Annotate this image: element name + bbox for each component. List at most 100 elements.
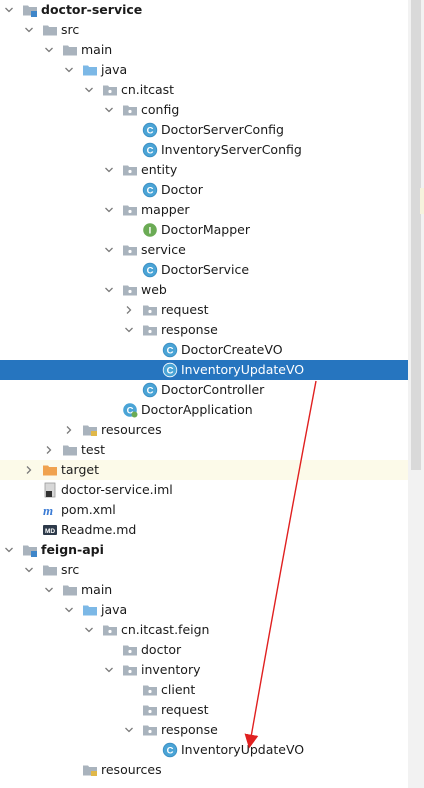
tree-row-label: DoctorController: [161, 382, 265, 397]
tree-row-src[interactable]: src: [0, 560, 408, 580]
class-icon: C: [142, 262, 158, 278]
chevron-down-icon[interactable]: [3, 0, 15, 20]
tree-row-cn-itcast[interactable]: cn.itcast: [0, 80, 408, 100]
tree-row-java[interactable]: java: [0, 600, 408, 620]
tree-row-entity[interactable]: entity: [0, 160, 408, 180]
chevron-down-icon[interactable]: [103, 280, 115, 300]
chevron-right-icon[interactable]: [63, 420, 75, 440]
folder-icon: [62, 442, 78, 458]
tree-row-pom-xml[interactable]: m pom.xml: [0, 500, 408, 520]
tree-row-label: request: [161, 302, 209, 317]
tree-row-resources[interactable]: resources: [0, 420, 408, 440]
tree-row-label: test: [81, 442, 106, 457]
tree-row-request[interactable]: request: [0, 300, 408, 320]
chevron-right-icon[interactable]: [123, 300, 135, 320]
chevron-down-icon[interactable]: [103, 160, 115, 180]
tree-row-request[interactable]: request: [0, 700, 408, 720]
tree-row-main[interactable]: main: [0, 580, 408, 600]
tree-row-readme-md[interactable]: MD Readme.md: [0, 520, 408, 540]
tree-row-java[interactable]: java: [0, 60, 408, 80]
tree-row-service[interactable]: service: [0, 240, 408, 260]
tree-row-config[interactable]: config: [0, 100, 408, 120]
chevron-down-icon[interactable]: [23, 560, 35, 580]
svg-text:I: I: [149, 226, 152, 237]
svg-text:C: C: [147, 186, 154, 197]
tree-row-doctorservice[interactable]: C DoctorService: [0, 260, 408, 280]
svg-text:C: C: [167, 746, 174, 757]
tree-row-doctor[interactable]: doctor: [0, 640, 408, 660]
chevron-down-icon[interactable]: [23, 20, 35, 40]
tree-row-label: entity: [141, 162, 178, 177]
tree-row-label: InventoryServerConfig: [161, 142, 302, 157]
tree-row-doctorcontroller[interactable]: C DoctorController: [0, 380, 408, 400]
chevron-down-icon[interactable]: [103, 100, 115, 120]
chevron-down-icon[interactable]: [123, 720, 135, 740]
tree-row-inventory[interactable]: inventory: [0, 660, 408, 680]
chevron-right-icon[interactable]: [43, 440, 55, 460]
package-icon: [122, 282, 138, 298]
tree-row-doctor-service[interactable]: doctor-service: [0, 0, 408, 20]
chevron-down-icon[interactable]: [43, 40, 55, 60]
tree-row-doctorserverconfig[interactable]: C DoctorServerConfig: [0, 120, 408, 140]
svg-text:m: m: [43, 503, 53, 518]
tree-row-doctorcreatevo[interactable]: C DoctorCreateVO: [0, 340, 408, 360]
chevron-down-icon[interactable]: [103, 660, 115, 680]
tree-row-doctor[interactable]: C Doctor: [0, 180, 408, 200]
chevron-right-icon[interactable]: [23, 460, 35, 480]
tree-row-label: target: [61, 462, 100, 477]
tree-row-label: main: [81, 582, 113, 597]
package-icon: [102, 82, 118, 98]
chevron-down-icon[interactable]: [3, 540, 15, 560]
tree-row-doctormapper[interactable]: I DoctorMapper: [0, 220, 408, 240]
tree-row-label: InventoryUpdateVO: [181, 362, 305, 377]
chevron-down-icon[interactable]: [63, 600, 75, 620]
tree-row-src[interactable]: src: [0, 20, 408, 40]
class-icon: C: [162, 742, 178, 758]
tree-row-label: doctor-service: [41, 2, 143, 17]
tree-row-label: InventoryUpdateVO: [181, 742, 305, 757]
tree-row-response[interactable]: response: [0, 720, 408, 740]
tree-row-mapper[interactable]: mapper: [0, 200, 408, 220]
tree-row-web[interactable]: web: [0, 280, 408, 300]
scrollbar-thumb[interactable]: [411, 0, 421, 470]
chevron-down-icon[interactable]: [63, 60, 75, 80]
package-icon: [122, 162, 138, 178]
tree-row-target[interactable]: target: [0, 460, 408, 480]
tree-row-resources[interactable]: resources: [0, 760, 408, 780]
tree-row-cn-itcast-feign[interactable]: cn.itcast.feign: [0, 620, 408, 640]
tree-row-label: cn.itcast: [121, 82, 175, 97]
tree-row-client[interactable]: client: [0, 680, 408, 700]
package-icon: [122, 202, 138, 218]
class-icon: C: [142, 142, 158, 158]
chevron-down-icon[interactable]: [43, 580, 55, 600]
package-icon: [142, 302, 158, 318]
tree-row-label: config: [141, 102, 180, 117]
svg-text:C: C: [147, 126, 154, 137]
tree-row-test[interactable]: test: [0, 440, 408, 460]
maven-file-icon: m: [42, 502, 58, 518]
tree-row-inventoryserverconfig[interactable]: C InventoryServerConfig: [0, 140, 408, 160]
package-icon: [122, 102, 138, 118]
tree-row-inventoryupdatevo[interactable]: C InventoryUpdateVO: [0, 360, 408, 380]
tree-row-doctorapplication[interactable]: C DoctorApplication: [0, 400, 408, 420]
tree-row-label: doctor-service.iml: [61, 482, 173, 497]
chevron-down-icon[interactable]: [83, 620, 95, 640]
tree-row-response[interactable]: response: [0, 320, 408, 340]
chevron-down-icon[interactable]: [103, 240, 115, 260]
folder-icon: [42, 562, 58, 578]
tree-row-feign-api[interactable]: feign-api: [0, 540, 408, 560]
tree-row-doctor-service-iml[interactable]: doctor-service.iml: [0, 480, 408, 500]
tree-row-label: doctor: [141, 642, 182, 657]
chevron-down-icon[interactable]: [103, 200, 115, 220]
tree-row-label: pom.xml: [61, 502, 116, 517]
chevron-down-icon[interactable]: [83, 80, 95, 100]
tree-row-label: inventory: [141, 662, 201, 677]
tree-row-inventoryupdatevo[interactable]: C InventoryUpdateVO: [0, 740, 408, 760]
tree-row-label: Readme.md: [61, 522, 137, 537]
tree-row-label: web: [141, 282, 167, 297]
tree-row-main[interactable]: main: [0, 40, 408, 60]
iml-file-icon: [42, 482, 58, 498]
svg-text:MD: MD: [45, 528, 55, 535]
chevron-down-icon[interactable]: [123, 320, 135, 340]
folder-icon: [42, 22, 58, 38]
